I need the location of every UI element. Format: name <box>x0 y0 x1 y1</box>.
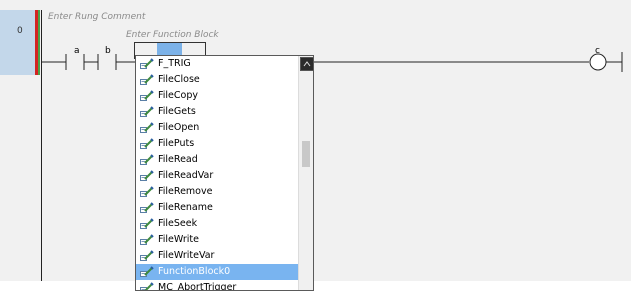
contact-a-label: a <box>74 46 80 56</box>
coil-c-label: c <box>595 46 600 56</box>
autocomplete-item-label: FileGets <box>158 106 196 117</box>
autocomplete-item-label: FilePuts <box>158 138 195 149</box>
autocomplete-item[interactable]: FileWriteVar <box>136 248 298 264</box>
autocomplete-item-label: FileWrite <box>158 234 199 245</box>
autocomplete-item-label: FileCopy <box>158 90 198 101</box>
contact-b-label: b <box>105 46 111 56</box>
autocomplete-item-label: FileClose <box>158 74 200 85</box>
contact-a[interactable] <box>65 54 85 70</box>
autocomplete-item-label: FileReadVar <box>158 170 214 181</box>
autocomplete-item-label: FileWriteVar <box>158 250 215 261</box>
function-block-icon <box>140 74 154 86</box>
scrollbar-thumb[interactable] <box>302 141 310 167</box>
function-block-icon <box>140 234 154 246</box>
autocomplete-item-label: FileSeek <box>158 218 198 229</box>
autocomplete-item[interactable]: FileWrite <box>136 232 298 248</box>
autocomplete-item-label: FileRead <box>158 154 198 165</box>
autocomplete-dropdown[interactable]: F_TRIG FileClose FileCopy FileGets FileOpen F… <box>135 55 314 291</box>
autocomplete-item[interactable]: FunctionBlock0 <box>136 264 298 280</box>
function-block-icon <box>140 218 154 230</box>
autocomplete-item[interactable]: FileRead <box>136 152 298 168</box>
rung-wiring <box>42 52 623 72</box>
autocomplete-item[interactable]: FileGets <box>136 104 298 120</box>
function-block-icon <box>140 122 154 134</box>
autocomplete-item[interactable]: MC_AbortTrigger <box>136 280 298 291</box>
function-block-icon <box>140 138 154 150</box>
autocomplete-scrollbar[interactable] <box>298 56 313 290</box>
function-block-icon <box>140 154 154 166</box>
function-block-icon <box>140 90 154 102</box>
autocomplete-item[interactable]: FileReadVar <box>136 168 298 184</box>
ladder-editor: 0 Enter Rung Comment Enter Function Bloc… <box>0 0 631 291</box>
autocomplete-item-label: MC_AbortTrigger <box>158 282 237 291</box>
function-block-icon <box>140 266 154 278</box>
autocomplete-item-label: FileRemove <box>158 186 213 197</box>
function-block-icon <box>140 202 154 214</box>
autocomplete-item[interactable]: F_TRIG <box>136 56 298 72</box>
function-block-icon <box>140 250 154 262</box>
function-block-icon <box>140 186 154 198</box>
coil-c[interactable] <box>589 53 607 71</box>
autocomplete-item-label: FileRename <box>158 202 213 213</box>
function-block-icon <box>140 106 154 118</box>
function-block-icon <box>140 170 154 182</box>
autocomplete-item[interactable]: FileClose <box>136 72 298 88</box>
chevron-up-icon[interactable] <box>300 57 313 71</box>
autocomplete-item[interactable]: FileCopy <box>136 88 298 104</box>
autocomplete-item[interactable]: FileRename <box>136 200 298 216</box>
autocomplete-item-label: F_TRIG <box>158 58 191 69</box>
autocomplete-item-label: FileOpen <box>158 122 200 133</box>
autocomplete-list: F_TRIG FileClose FileCopy FileGets FileOpen F… <box>136 56 298 291</box>
function-block-name-input[interactable] <box>157 43 182 55</box>
function-block-icon <box>140 282 154 290</box>
function-block-icon <box>140 58 154 70</box>
autocomplete-item[interactable]: FilePuts <box>136 136 298 152</box>
autocomplete-item[interactable]: FileRemove <box>136 184 298 200</box>
autocomplete-item[interactable]: FileSeek <box>136 216 298 232</box>
autocomplete-item-label: FunctionBlock0 <box>158 266 231 277</box>
autocomplete-item[interactable]: FileOpen <box>136 120 298 136</box>
contact-b[interactable] <box>97 54 117 70</box>
